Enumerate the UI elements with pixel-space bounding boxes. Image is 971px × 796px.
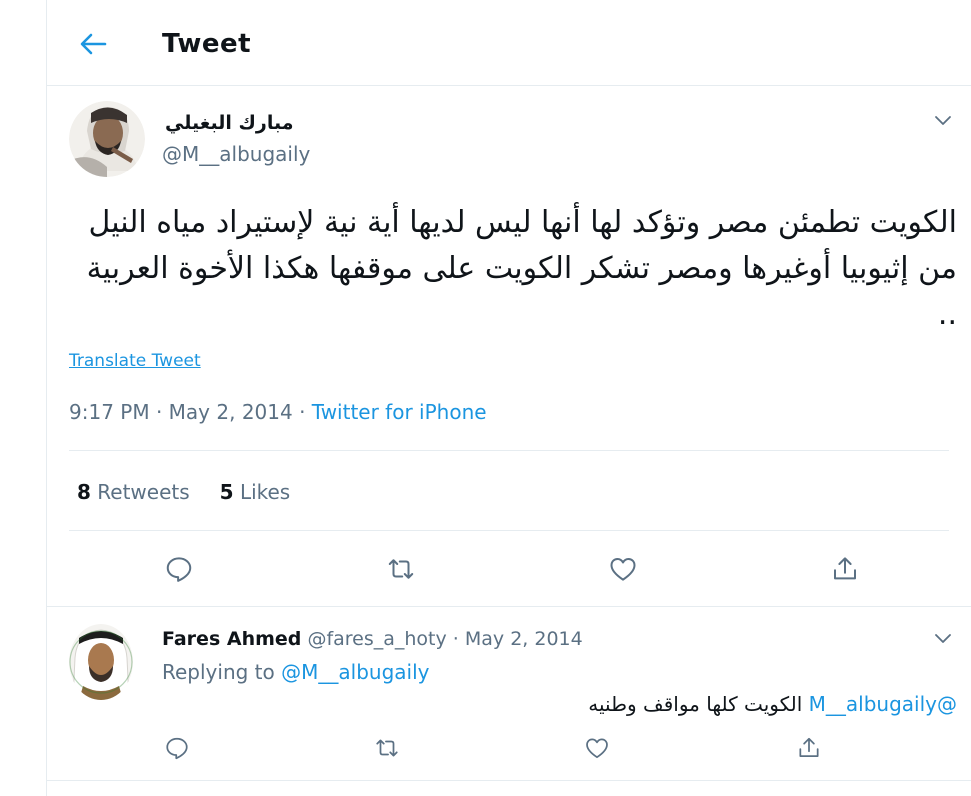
retweet-icon	[376, 739, 398, 757]
tweet-menu-button[interactable]	[931, 109, 955, 133]
like-icon	[610, 558, 636, 581]
avatar-photo	[69, 101, 145, 177]
reply-header: Fares Ahmed @fares_a_hoty · May 2, 2014	[162, 628, 583, 650]
reply-share-button[interactable]	[791, 730, 827, 766]
share-button[interactable]	[825, 549, 865, 589]
back-button[interactable]	[75, 26, 111, 62]
meta-separator: ·	[446, 628, 465, 650]
reply-retweet-button[interactable]	[369, 730, 405, 766]
reply-menu-button[interactable]	[931, 627, 955, 651]
tweet-date[interactable]: May 2, 2014	[169, 400, 293, 424]
reply-author-avatar[interactable]	[69, 624, 133, 700]
reply-date[interactable]: May 2, 2014	[465, 628, 583, 650]
reply-text: @M__albugaily الكويت كلها مواقف وطنيه	[162, 692, 957, 716]
page-header: Tweet	[47, 0, 971, 86]
like-icon	[586, 738, 608, 759]
reply-author-name[interactable]: Fares Ahmed	[162, 628, 301, 650]
retweet-button[interactable]	[381, 549, 421, 589]
reply-body: الكويت كلها مواقف وطنيه	[588, 692, 803, 716]
tweet-source[interactable]: Twitter for iPhone	[312, 400, 487, 424]
divider	[69, 530, 949, 531]
tweet-stats: 8 Retweets 5 Likes	[77, 480, 290, 504]
replying-to-label: Replying to	[162, 660, 275, 684]
likes-stat[interactable]: 5 Likes	[220, 480, 291, 504]
page-title: Tweet	[162, 29, 252, 59]
divider	[47, 780, 971, 781]
reply-reply-button[interactable]	[159, 730, 195, 766]
retweets-label: Retweets	[97, 480, 190, 504]
meta-separator: ·	[292, 400, 312, 424]
avatar-photo	[69, 624, 133, 700]
tweet-text: الكويت تطمئن مصر وتؤكد لها أنها ليس لديه…	[86, 205, 957, 332]
reply-like-button[interactable]	[579, 730, 615, 766]
chevron-down-icon	[935, 116, 951, 125]
author-display-name[interactable]: مبارك البغيلي	[165, 112, 293, 134]
replying-to-mention[interactable]: @M__albugaily	[281, 660, 429, 684]
author-avatar[interactable]	[69, 101, 145, 177]
tweet-meta: 9:17 PM · May 2, 2014 · Twitter for iPho…	[69, 400, 487, 424]
meta-separator: ·	[149, 400, 169, 424]
divider	[69, 450, 949, 451]
reply-author-handle[interactable]: @fares_a_hoty	[307, 628, 446, 650]
share-icon	[799, 737, 819, 757]
retweets-stat[interactable]: 8 Retweets	[77, 480, 190, 504]
chevron-down-icon	[935, 634, 951, 643]
retweets-count: 8	[77, 480, 91, 504]
tweet-column: Tweet مبارك البغيلي @M__albugaily الكويت…	[47, 0, 971, 796]
tweet-time[interactable]: 9:17 PM	[69, 400, 150, 424]
share-icon	[834, 557, 856, 580]
reply-button[interactable]	[159, 549, 199, 589]
reply-icon	[166, 557, 192, 582]
translate-tweet-link[interactable]: Translate Tweet	[69, 351, 201, 371]
reply-icon	[166, 737, 188, 760]
likes-count: 5	[219, 480, 234, 504]
author-handle[interactable]: @M__albugaily	[162, 142, 310, 166]
like-button[interactable]	[603, 549, 643, 589]
replying-to-line: Replying to @M__albugaily	[162, 660, 429, 684]
likes-label: Likes	[239, 480, 291, 504]
divider	[47, 606, 971, 607]
arrow-left-icon	[80, 33, 107, 55]
reply-mention[interactable]: @M__albugaily	[809, 692, 957, 716]
retweet-icon	[388, 559, 414, 579]
